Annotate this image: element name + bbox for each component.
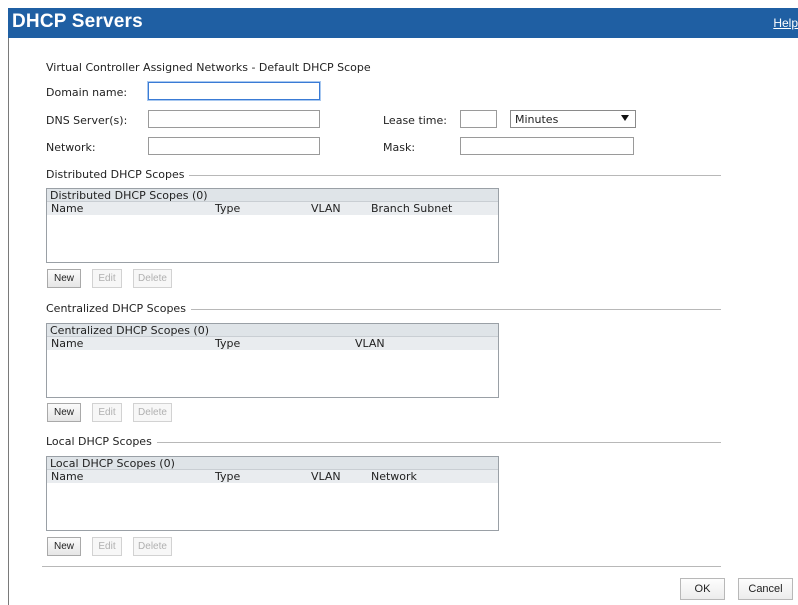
column-header-branch-subnet[interactable]: Branch Subnet [371, 202, 452, 215]
local-edit-button[interactable]: Edit [92, 537, 122, 556]
local-table-columns: Name Type VLAN Network [47, 470, 498, 483]
distributed-section-header: Distributed DHCP Scopes [46, 168, 721, 182]
distributed-table-title: Distributed DHCP Scopes (0) [47, 189, 498, 202]
centralized-table-columns: Name Type VLAN [47, 337, 498, 350]
dialog-title: DHCP Servers [12, 11, 143, 32]
chevron-down-icon [621, 115, 629, 121]
local-table-title: Local DHCP Scopes (0) [47, 457, 498, 470]
column-header-vlan[interactable]: VLAN [355, 337, 385, 350]
title-bar: DHCP Servers Help [8, 8, 798, 38]
centralized-table-title: Centralized DHCP Scopes (0) [47, 324, 498, 337]
cancel-button[interactable]: Cancel [738, 578, 793, 600]
network-label: Network: [46, 141, 96, 154]
column-header-name[interactable]: Name [51, 337, 83, 350]
centralized-scopes-table: Centralized DHCP Scopes (0) Name Type VL… [46, 323, 499, 398]
centralized-delete-button[interactable]: Delete [133, 403, 172, 422]
local-section-header: Local DHCP Scopes [46, 435, 721, 449]
default-scope-heading: Virtual Controller Assigned Networks - D… [46, 61, 371, 74]
column-header-type[interactable]: Type [215, 470, 240, 483]
lease-time-input[interactable] [460, 110, 497, 128]
lease-time-unit-value: Minutes [515, 113, 559, 126]
lease-time-unit-select[interactable]: Minutes [510, 110, 636, 128]
dns-servers-label: DNS Server(s): [46, 114, 128, 127]
lease-time-label: Lease time: [383, 114, 447, 127]
column-header-type[interactable]: Type [215, 337, 240, 350]
column-header-name[interactable]: Name [51, 202, 83, 215]
domain-name-input[interactable] [148, 82, 320, 100]
local-scopes-table: Local DHCP Scopes (0) Name Type VLAN Net… [46, 456, 499, 531]
centralized-section-header: Centralized DHCP Scopes [46, 302, 721, 316]
centralized-new-button[interactable]: New [47, 403, 81, 422]
column-header-vlan[interactable]: VLAN [311, 470, 341, 483]
centralized-edit-button[interactable]: Edit [92, 403, 122, 422]
distributed-section-title: Distributed DHCP Scopes [46, 168, 190, 181]
mask-input[interactable] [460, 137, 634, 155]
distributed-edit-button[interactable]: Edit [92, 269, 122, 288]
help-link[interactable]: Help [773, 16, 798, 30]
column-header-name[interactable]: Name [51, 470, 83, 483]
centralized-section-title: Centralized DHCP Scopes [46, 302, 191, 315]
distributed-scopes-table: Distributed DHCP Scopes (0) Name Type VL… [46, 188, 499, 263]
column-header-type[interactable]: Type [215, 202, 240, 215]
distributed-delete-button[interactable]: Delete [133, 269, 172, 288]
mask-label: Mask: [383, 141, 416, 154]
domain-name-label: Domain name: [46, 86, 128, 99]
local-delete-button[interactable]: Delete [133, 537, 172, 556]
ok-button[interactable]: OK [680, 578, 725, 600]
distributed-new-button[interactable]: New [47, 269, 81, 288]
column-header-vlan[interactable]: VLAN [311, 202, 341, 215]
footer-divider [42, 566, 721, 567]
local-section-title: Local DHCP Scopes [46, 435, 157, 448]
network-input[interactable] [148, 137, 320, 155]
dns-servers-input[interactable] [148, 110, 320, 128]
column-header-network[interactable]: Network [371, 470, 417, 483]
distributed-table-columns: Name Type VLAN Branch Subnet [47, 202, 498, 215]
local-new-button[interactable]: New [47, 537, 81, 556]
